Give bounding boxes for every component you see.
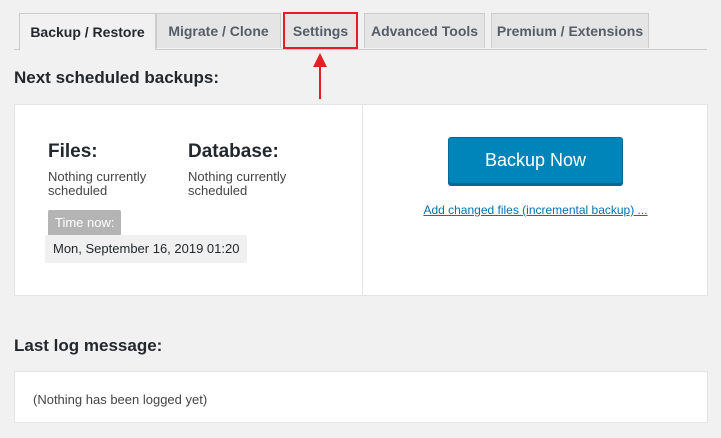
schedule-actions: Backup Now Add changed files (incrementa… bbox=[363, 105, 707, 295]
backup-now-button[interactable]: Backup Now bbox=[448, 137, 623, 184]
time-now-value: Mon, September 16, 2019 01:20 bbox=[45, 235, 248, 263]
tab-settings[interactable]: Settings bbox=[283, 12, 358, 49]
schedule-panel: Files: Nothing currently scheduled Datab… bbox=[14, 104, 708, 296]
annotation-arrow-icon bbox=[313, 53, 327, 99]
time-now-label: Time now: bbox=[48, 210, 122, 236]
log-panel: (Nothing has been logged yet) bbox=[14, 371, 708, 423]
schedule-info: Files: Nothing currently scheduled Datab… bbox=[15, 105, 363, 295]
files-title: Files: bbox=[48, 141, 98, 162]
tab-bar: Backup / Restore Migrate / Clone Setting… bbox=[14, 12, 707, 50]
database-status: Nothing currently scheduled bbox=[188, 169, 287, 198]
tab-migrate-clone[interactable]: Migrate / Clone bbox=[156, 13, 281, 48]
log-heading: Last log message: bbox=[14, 336, 163, 355]
log-message: (Nothing has been logged yet) bbox=[33, 392, 208, 407]
incremental-backup-link[interactable]: Add changed files (incremental backup) .… bbox=[413, 203, 658, 217]
tab-premium-extensions[interactable]: Premium / Extensions bbox=[491, 13, 649, 48]
tab-backup-restore[interactable]: Backup / Restore bbox=[19, 13, 156, 50]
tab-advanced-tools[interactable]: Advanced Tools bbox=[364, 13, 485, 48]
database-title: Database: bbox=[188, 141, 279, 162]
files-status: Nothing currently scheduled bbox=[48, 169, 147, 198]
schedule-heading: Next scheduled backups: bbox=[14, 68, 220, 87]
